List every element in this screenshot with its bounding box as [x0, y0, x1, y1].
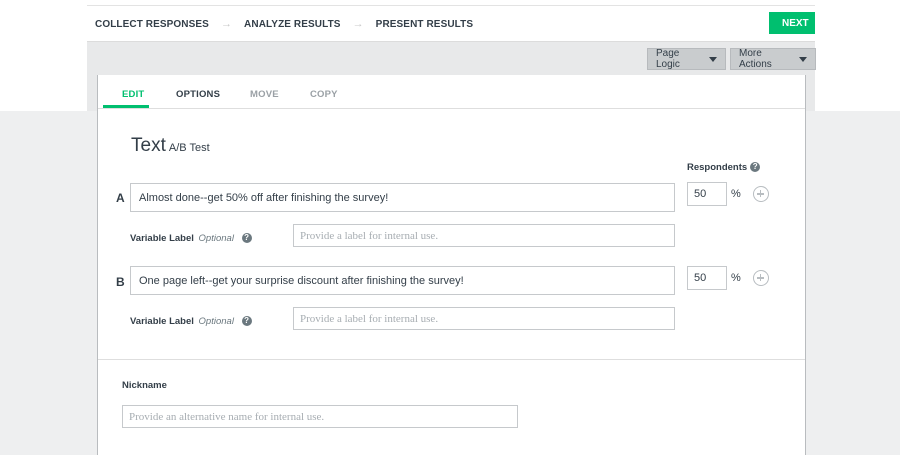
variant-letter-a: A	[116, 191, 125, 205]
question-subtitle: A/B Test	[168, 142, 210, 154]
variable-label-text: Variable Label	[130, 316, 194, 327]
progress-steps-bar: COLLECT RESPONSES → ANALYZE RESULTS → PR…	[87, 5, 815, 42]
tab-copy[interactable]: COPY	[310, 89, 338, 100]
percent-sign: %	[731, 188, 741, 200]
variable-label-b-input[interactable]	[293, 307, 675, 330]
variant-a-text-input[interactable]	[130, 183, 675, 212]
caret-down-icon	[709, 56, 717, 62]
question-type: Text	[131, 135, 166, 156]
next-button[interactable]: NEXT	[769, 12, 815, 34]
help-icon[interactable]: ?	[750, 162, 761, 173]
add-variant-icon[interactable]	[753, 186, 769, 202]
nickname-label: Nickname	[122, 380, 167, 391]
add-variant-icon[interactable]	[753, 270, 769, 286]
variable-label-b: Variable Label Optional ?	[130, 316, 252, 327]
question-editor-card: EDIT OPTIONS MOVE COPY Text A/B Test Resp…	[97, 75, 806, 455]
step-collect-responses[interactable]: COLLECT RESPONSES	[95, 19, 209, 30]
variant-letter-b: B	[116, 275, 125, 289]
variant-b-percent-input[interactable]	[687, 266, 727, 290]
variant-b-text-input[interactable]	[130, 266, 675, 295]
editor-tabs: EDIT OPTIONS MOVE COPY	[98, 75, 805, 109]
optional-text: Optional	[198, 233, 234, 244]
step-analyze-results[interactable]: ANALYZE RESULTS	[244, 19, 341, 30]
variant-a-percent-input[interactable]	[687, 182, 727, 206]
optional-text: Optional	[198, 316, 234, 327]
more-actions-button[interactable]: More Actions	[730, 48, 816, 70]
tab-options[interactable]: OPTIONS	[176, 89, 220, 100]
help-icon[interactable]: ?	[241, 316, 252, 327]
variable-label-a-input[interactable]	[293, 224, 675, 247]
page-logic-label: Page Logic	[656, 48, 680, 70]
respondents-header: Respondents?	[687, 162, 761, 173]
respondents-label: Respondents	[687, 162, 748, 173]
arrow-right-icon: →	[352, 18, 364, 30]
question-title: Text A/B Test	[131, 135, 210, 157]
help-icon[interactable]: ?	[241, 233, 252, 244]
more-actions-label: More Actions	[739, 48, 772, 70]
caret-down-icon	[799, 56, 807, 62]
percent-sign: %	[731, 272, 741, 284]
page-logic-button[interactable]: Page Logic	[647, 48, 726, 70]
section-divider	[98, 359, 805, 360]
variable-label-text: Variable Label	[130, 233, 194, 244]
steps-list: COLLECT RESPONSES → ANALYZE RESULTS → PR…	[95, 6, 473, 42]
step-present-results[interactable]: PRESENT RESULTS	[376, 19, 473, 30]
nickname-input[interactable]	[122, 405, 518, 428]
variable-label-a: Variable Label Optional ?	[130, 233, 252, 244]
arrow-right-icon: →	[220, 18, 233, 30]
tab-move[interactable]: MOVE	[250, 89, 279, 100]
active-tab-indicator	[103, 105, 149, 108]
tab-edit[interactable]: EDIT	[122, 89, 144, 100]
